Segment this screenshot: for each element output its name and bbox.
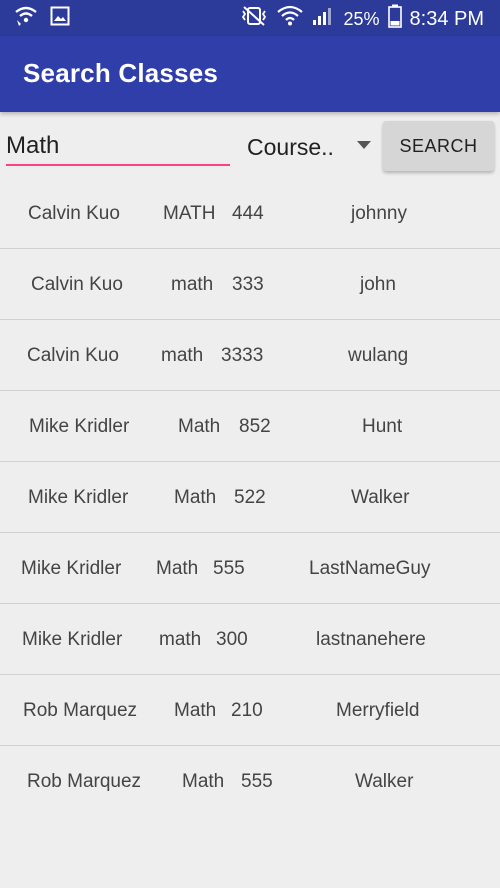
course-number: 555 [213,558,245,579]
list-item[interactable]: Calvin Kuo math 3333 wulang [0,320,500,391]
course-extra: LastNameGuy [309,558,431,579]
course-number: 522 [234,487,266,508]
instructor-name: Mike Kridler [28,487,129,508]
course-subject: math [161,345,204,366]
course-subject: Math [182,771,225,792]
instructor-name: Calvin Kuo [28,203,120,224]
list-item[interactable]: Rob Marquez Math 210 Merryfield [0,675,500,746]
list-item[interactable]: Mike Kridler Math 555 LastNameGuy [0,533,500,604]
course-extra: john [360,274,396,295]
course-extra: Walker [355,771,414,792]
instructor-name: Mike Kridler [21,558,122,579]
search-input[interactable] [6,128,230,166]
wifi-icon [277,5,304,32]
results-list[interactable]: Calvin Kuo MATH 444 johnny Calvin Kuo ma… [0,178,500,816]
course-number: 555 [241,771,273,792]
course-subject: Math [156,558,199,579]
course-number: 300 [216,629,248,650]
course-extra: wulang [348,345,409,366]
course-subject: math [171,274,214,295]
instructor-name: Mike Kridler [22,629,123,650]
image-icon [50,6,70,31]
list-item[interactable]: Mike Kridler Math 522 Walker [0,462,500,533]
course-number: 444 [232,203,264,224]
course-subject: Math [174,700,217,721]
list-item[interactable]: Calvin Kuo math 333 john [0,249,500,320]
list-item[interactable]: Mike Kridler Math 852 Hunt [0,391,500,462]
course-extra: Hunt [362,416,403,437]
status-bar: 25% 8:34 PM [0,0,500,36]
list-item[interactable]: Calvin Kuo MATH 444 johnny [0,178,500,249]
signal-icon [311,5,335,32]
clock: 8:34 PM [409,7,484,30]
course-subject: MATH [163,203,216,224]
app-bar: Search Classes [0,36,500,112]
instructor-name: Mike Kridler [29,416,130,437]
course-subject: Math [178,416,221,437]
search-button[interactable]: SEARCH [383,121,494,171]
battery-percentage: 25% [343,8,380,29]
list-item[interactable]: Rob Marquez Math 555 Walker [0,746,500,816]
course-extra: Merryfield [336,700,420,721]
instructor-name: Calvin Kuo [31,274,123,295]
vibrate-mute-icon [239,5,269,32]
course-number: 210 [231,700,263,721]
course-extra: Walker [351,487,410,508]
search-row: Course.. SEARCH [0,112,500,184]
course-subject: Math [174,487,217,508]
course-number: 333 [232,274,264,295]
course-number: 852 [239,416,271,437]
instructor-name: Rob Marquez [23,700,138,721]
instructor-name: Calvin Kuo [27,345,119,366]
course-subject: math [159,629,202,650]
wifi-call-icon [14,5,38,32]
course-number: 3333 [221,345,264,366]
list-item[interactable]: Mike Kridler math 300 lastnanehere [0,604,500,675]
course-extra: lastnanehere [316,629,426,650]
page-title: Search Classes [23,58,219,88]
battery-icon [387,4,402,33]
course-filter-dropdown[interactable]: Course.. [247,132,375,162]
course-extra: johnny [351,203,407,224]
instructor-name: Rob Marquez [27,771,142,792]
course-filter-value: Course.. [247,134,334,160]
dropdown-arrow-icon [357,141,371,149]
